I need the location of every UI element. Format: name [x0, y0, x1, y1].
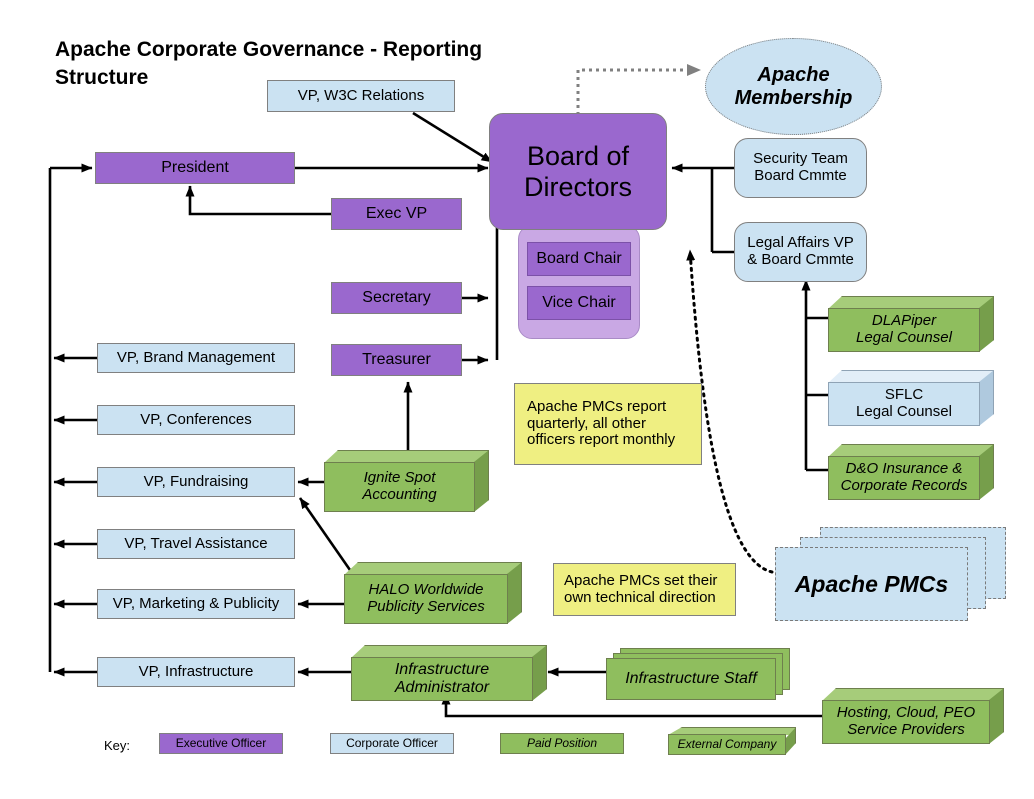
- vp-travel-assistance-node[interactable]: VP, Travel Assistance: [97, 529, 295, 559]
- board-chair-node[interactable]: Board Chair: [527, 242, 631, 276]
- exec-vp-label: Exec VP: [365, 205, 428, 223]
- vice-chair-node[interactable]: Vice Chair: [527, 286, 631, 320]
- board-of-directors-label: Board of Directors: [523, 141, 632, 202]
- vp-conferences-label: VP, Conferences: [140, 410, 252, 428]
- vp-marketing-publicity-node[interactable]: VP, Marketing & Publicity: [97, 589, 295, 619]
- sflc-legal-counsel-node[interactable]: SFLC Legal Counsel: [828, 370, 994, 426]
- vp-w3c-relations-label: VP, W3C Relations: [297, 86, 425, 104]
- dlapiper-line1: DLAPiper: [871, 312, 937, 330]
- vp-brand-management-node[interactable]: VP, Brand Management: [97, 343, 295, 373]
- security-team-board-cmmte-node[interactable]: Security Team Board Cmmte: [734, 138, 867, 198]
- legal-affairs-vp-board-cmmte-node[interactable]: Legal Affairs VP & Board Cmmte: [734, 222, 867, 282]
- legend-paid-position-label: Paid Position: [526, 735, 598, 750]
- reporting-note-line2: quarterly, all other: [527, 414, 646, 432]
- do-insurance-line1: D&O Insurance &: [845, 460, 963, 478]
- cube-front-face: DLAPiper Legal Counsel: [828, 308, 980, 352]
- legend-executive-officer: Executive Officer: [159, 733, 283, 754]
- vice-chair-label: Vice Chair: [542, 294, 616, 311]
- legal-affairs-line1: Legal Affairs VP: [747, 234, 854, 252]
- infra-admin-line1: Infrastructure: [394, 661, 490, 679]
- vp-w3c-relations-node[interactable]: VP, W3C Relations: [267, 80, 455, 112]
- vp-marketing-publicity-label: VP, Marketing & Publicity: [112, 594, 280, 612]
- vp-conferences-node[interactable]: VP, Conferences: [97, 405, 295, 435]
- diagram-canvas: Apache Corporate Governance - Reporting …: [0, 0, 1034, 799]
- secretary-label: Secretary: [362, 289, 431, 307]
- apache-membership-node[interactable]: Apache Membership: [705, 38, 882, 135]
- board-of-directors-node[interactable]: Board of Directors: [489, 113, 667, 230]
- sflc-line1: SFLC: [884, 386, 924, 404]
- treasurer-node[interactable]: Treasurer: [331, 344, 462, 376]
- cube-front-face: Ignite Spot Accounting: [324, 462, 475, 512]
- vp-brand-management-label: VP, Brand Management: [116, 348, 276, 366]
- apache-membership-label: Apache Membership: [734, 63, 853, 109]
- halo-line2: Publicity Services: [367, 598, 485, 615]
- halo-worldwide-publicity-node[interactable]: HALO Worldwide Publicity Services: [344, 562, 522, 624]
- legend-paid-position: Paid Position: [500, 733, 624, 754]
- legend-external-company: External Company: [668, 727, 796, 755]
- technical-note-line2: own technical direction: [564, 588, 716, 606]
- staff-sheet-front: Infrastructure Staff: [606, 658, 776, 700]
- sflc-line2: Legal Counsel: [856, 403, 952, 420]
- cube-front-face: SFLC Legal Counsel: [828, 382, 980, 426]
- legend-corporate-officer: Corporate Officer: [330, 733, 454, 754]
- dlapiper-legal-counsel-node[interactable]: DLAPiper Legal Counsel: [828, 296, 994, 352]
- infrastructure-staff-label: Infrastructure Staff: [625, 670, 757, 687]
- dlapiper-line2: Legal Counsel: [856, 329, 952, 346]
- technical-note-line1: Apache PMCs set their: [564, 571, 718, 589]
- cube-front-face: External Company: [668, 734, 786, 755]
- exec-vp-node[interactable]: Exec VP: [331, 198, 462, 230]
- halo-line1: HALO Worldwide: [368, 581, 484, 599]
- secretary-node[interactable]: Secretary: [331, 282, 462, 314]
- infrastructure-staff-node[interactable]: Infrastructure Staff: [606, 648, 806, 704]
- legend-corporate-officer-label: Corporate Officer: [346, 735, 438, 750]
- legend-external-company-label: External Company: [677, 736, 777, 751]
- hosting-cloud-peo-node[interactable]: Hosting, Cloud, PEO Service Providers: [822, 688, 1004, 744]
- president-label: President: [161, 159, 229, 177]
- infra-admin-line2: Administrator: [394, 679, 490, 696]
- reporting-note-line1: Apache PMCs report: [527, 397, 667, 415]
- do-insurance-line2: Corporate Records: [840, 477, 968, 494]
- key-label: Key:: [104, 738, 131, 753]
- do-insurance-corporate-records-node[interactable]: D&O Insurance & Corporate Records: [828, 444, 994, 500]
- president-node[interactable]: President: [95, 152, 295, 184]
- reporting-cadence-note: Apache PMCs report quarterly, all other …: [514, 383, 702, 465]
- cube-front-face: D&O Insurance & Corporate Records: [828, 456, 980, 500]
- treasurer-label: Treasurer: [362, 351, 431, 369]
- ignite-spot-accounting-node[interactable]: Ignite Spot Accounting: [324, 450, 489, 512]
- hosting-line2: Service Providers: [847, 721, 965, 738]
- reporting-note-line3: officers report monthly: [527, 431, 676, 449]
- cube-front-face: Infrastructure Administrator: [351, 657, 533, 701]
- hosting-line1: Hosting, Cloud, PEO: [836, 704, 976, 722]
- technical-direction-note: Apache PMCs set their own technical dire…: [553, 563, 736, 616]
- legal-affairs-line2: & Board Cmmte: [747, 251, 854, 268]
- apache-pmcs-node[interactable]: Apache PMCs: [775, 527, 1020, 637]
- vp-travel-assistance-label: VP, Travel Assistance: [124, 534, 268, 552]
- apache-pmcs-label: Apache PMCs: [794, 570, 949, 597]
- ignite-spot-line1: Ignite Spot: [363, 469, 436, 487]
- vp-fundraising-node[interactable]: VP, Fundraising: [97, 467, 295, 497]
- security-team-line1: Security Team: [753, 150, 848, 168]
- vp-infrastructure-node[interactable]: VP, Infrastructure: [97, 657, 295, 687]
- cube-front-face: Hosting, Cloud, PEO Service Providers: [822, 700, 990, 744]
- ignite-spot-line2: Accounting: [362, 486, 437, 503]
- infrastructure-administrator-node[interactable]: Infrastructure Administrator: [351, 645, 547, 701]
- cube-front-face: HALO Worldwide Publicity Services: [344, 574, 508, 624]
- security-team-line2: Board Cmmte: [754, 167, 847, 184]
- vp-infrastructure-label: VP, Infrastructure: [138, 662, 254, 680]
- pmc-sheet-front: Apache PMCs: [775, 547, 968, 621]
- board-chair-label: Board Chair: [536, 250, 622, 267]
- vp-fundraising-label: VP, Fundraising: [143, 472, 249, 490]
- legend-executive-officer-label: Executive Officer: [175, 735, 267, 750]
